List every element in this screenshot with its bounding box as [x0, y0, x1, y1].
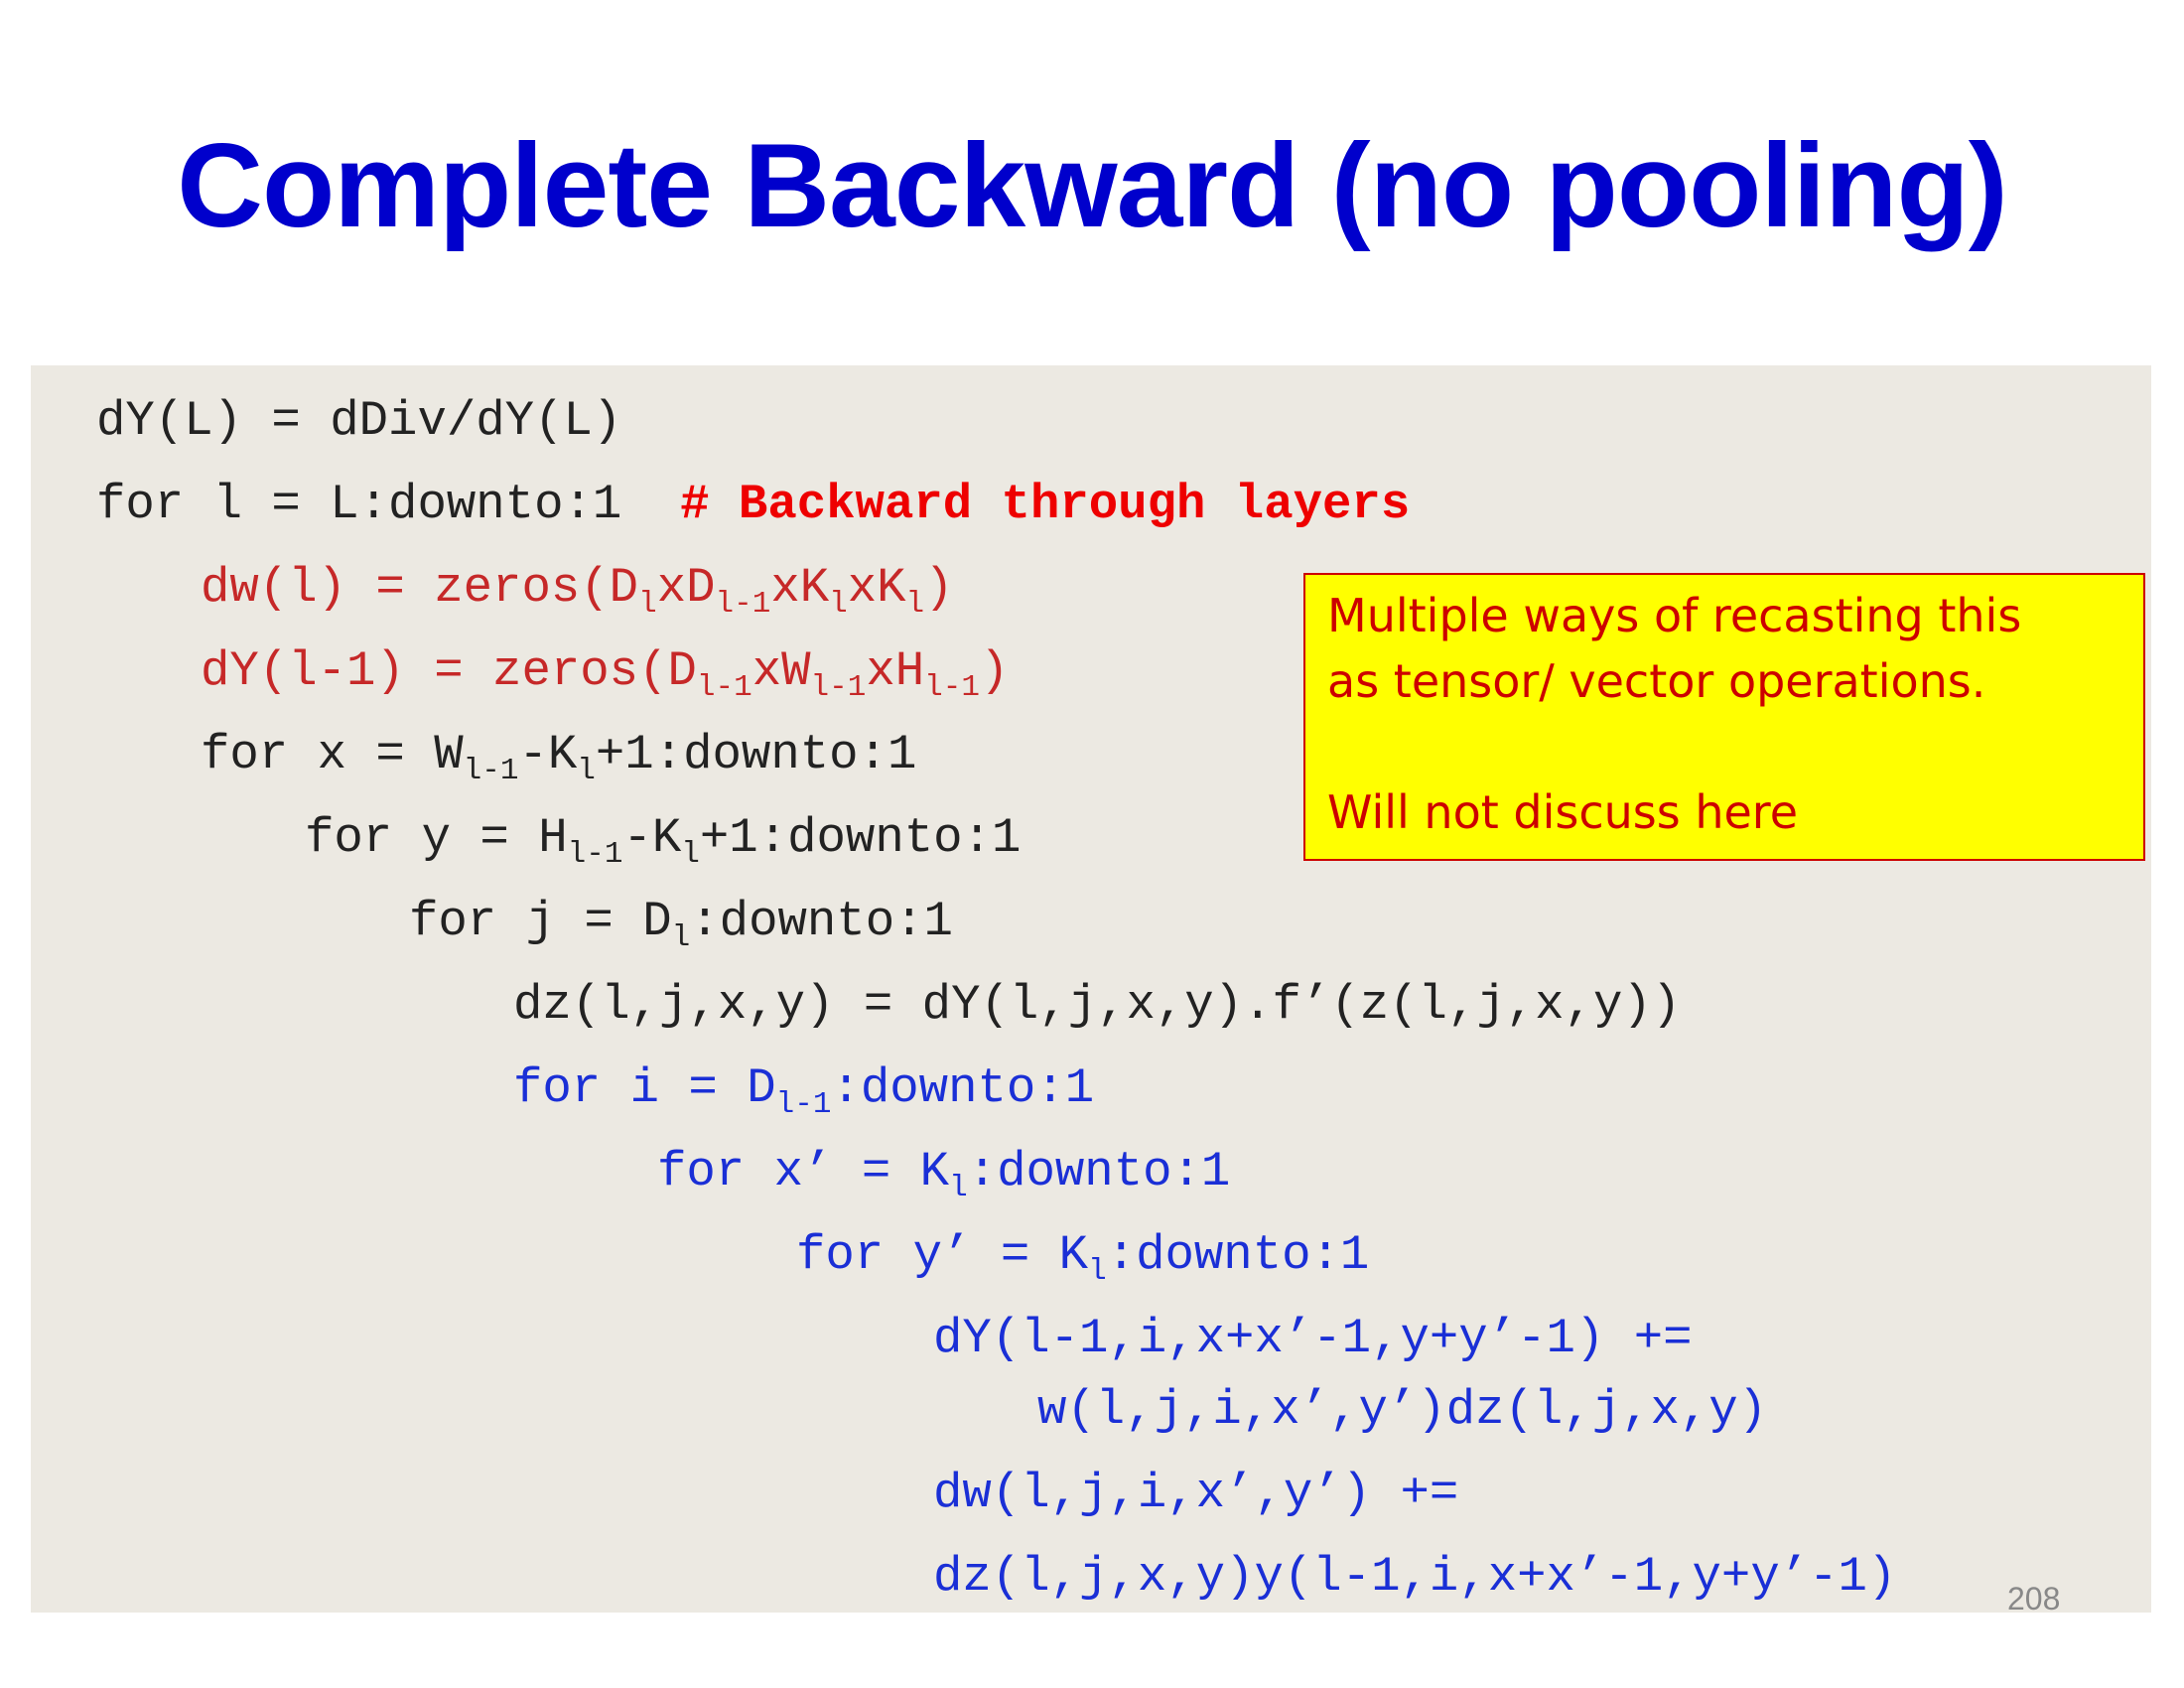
code-line-dy-accum: dY(l-1,i,x+x’-1,y+y’-1) += — [933, 1311, 1693, 1366]
code-line-dw-accum: dw(l,j,i,x’,y’) += — [933, 1466, 1459, 1521]
code-line-dw-init: dw(l) = zeros(DlxDl-1xKlxKl) — [201, 560, 954, 622]
code-line-i-loop: for i = Dl-1:downto:1 — [513, 1060, 1095, 1122]
code-line-dy-accum-cont: w(l,j,i,x’,y’)dz(l,j,x,y) — [1037, 1382, 1768, 1438]
code-line-y-loop: for y = Hl-1-Kl+1:downto:1 — [305, 810, 1022, 872]
code-line-j-loop: for j = Dl:downto:1 — [409, 894, 953, 955]
code-line-dz: dz(l,j,x,y) = dY(l,j,x,y).f’(z(l,j,x,y)) — [513, 977, 1682, 1033]
callout-line-2: as tensor/ vector operations. — [1327, 654, 1986, 708]
code-line-layer-loop: for l = L:downto:1 # Backward through la… — [96, 477, 1411, 532]
callout-line-1: Multiple ways of recasting this — [1327, 589, 2022, 642]
code-line-init: dY(L) = dDiv/dY(L) — [96, 393, 622, 449]
page-number: 208 — [2007, 1581, 2061, 1617]
code-line-x-loop: for x = Wl-1-Kl+1:downto:1 — [201, 727, 917, 788]
callout-line-3: Will not discuss here — [1327, 785, 1798, 839]
code-comment: # Backward through layers — [680, 477, 1411, 532]
code-line-yprime-loop: for y’ = Kl:downto:1 — [796, 1227, 1370, 1289]
callout-note: Multiple ways of recasting this as tenso… — [1303, 573, 2145, 861]
code-line-dw-accum-cont: dz(l,j,x,y)y(l-1,i,x+x’-1,y+y’-1) — [933, 1549, 1897, 1605]
code-line-dy-init: dY(l-1) = zeros(Dl-1xWl-1xHl-1) — [201, 643, 1010, 705]
code-line-xprime-loop: for x’ = Kl:downto:1 — [657, 1144, 1231, 1205]
slide-title: Complete Backward (no pooling) — [177, 119, 2007, 252]
